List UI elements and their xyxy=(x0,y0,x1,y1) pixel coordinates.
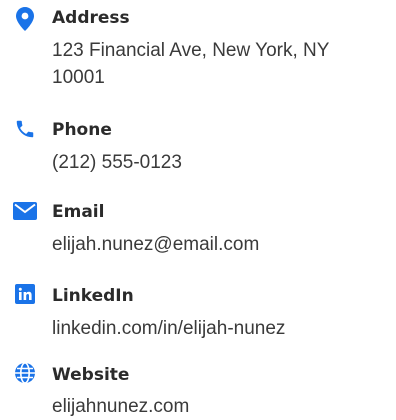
email-icon xyxy=(12,198,38,224)
email-label: Email xyxy=(52,202,105,222)
phone-label: Phone xyxy=(52,120,112,140)
email-value: elijah.nunez@email.com xyxy=(52,234,260,255)
linkedin-value[interactable]: linkedin.com/in/elijah-nunez xyxy=(52,315,382,342)
address-label: Address xyxy=(52,8,130,28)
address-value: 123 Financial Ave, New York, NY 10001 xyxy=(52,40,330,88)
website-label: Website xyxy=(52,365,130,385)
phone-value: (212) 555-0123 xyxy=(52,152,182,173)
map-pin-icon xyxy=(12,6,38,32)
website-value[interactable]: elijahnunez.com xyxy=(52,393,382,420)
linkedin-label: LinkedIn xyxy=(52,286,134,306)
phone-icon xyxy=(12,116,38,142)
linkedin-icon xyxy=(12,281,38,307)
globe-icon xyxy=(12,360,38,386)
